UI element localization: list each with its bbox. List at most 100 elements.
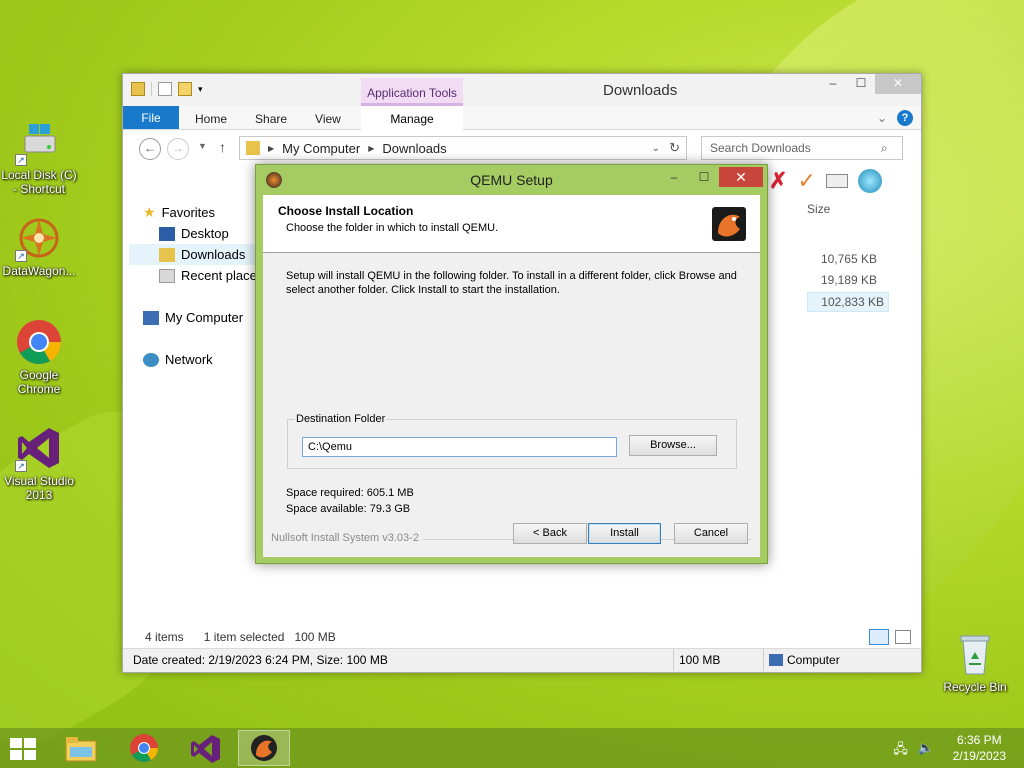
page-subheading: Choose the folder in which to install QE… [286,222,499,234]
file-explorer-icon [65,737,97,762]
refresh-icon[interactable]: ↻ [669,140,680,156]
tab-home[interactable]: Home [179,106,241,129]
address-dropdown-icon[interactable]: ⌄ [652,143,660,154]
tab-view[interactable]: View [301,106,355,129]
details-view-icon[interactable] [869,629,889,645]
taskbar-file-explorer[interactable] [55,730,107,766]
search-input[interactable]: Search Downloads [701,136,903,160]
properties-icon[interactable] [158,82,172,96]
details-location: Computer [787,653,840,667]
file-size-selected[interactable]: 102,833 KB [807,292,889,312]
address-bar[interactable]: ▶ My Computer ▶ Downloads ⌄ ↻ [239,136,687,160]
file-size: 10,765 KB [820,252,877,266]
tab-share[interactable]: Share [241,106,301,129]
visual-studio-icon [191,735,220,763]
maximize-button[interactable]: ☐ [847,74,875,94]
ribbon-right-controls: ⌄ ? [877,110,913,126]
desktop-icon-visual-studio[interactable]: ↗ Visual Studio 2013 [0,424,78,502]
breadcrumb-separator-icon: ▶ [368,143,375,153]
item-count: 4 items [145,630,184,644]
space-available: Space available: 79.3 GB [286,503,411,515]
search-icon: ⌕ [881,141,888,155]
ribbon-tabs: File Home Share View Manage ⌄ ? [123,106,921,132]
desktop-icon-local-disk[interactable]: ↗ Local Disk (C) - Shortcut [0,118,78,196]
nav-label: Downloads [181,247,246,262]
large-icons-view-icon[interactable] [895,630,911,644]
expand-ribbon-icon[interactable]: ⌄ [877,111,887,125]
desktop-icon [159,226,175,241]
cancel-button[interactable]: Cancel [674,523,748,544]
status-bar: 4 items 1 item selected 100 MB [123,626,921,648]
desktop-icon-datawagon[interactable]: ↗ DataWagon... [0,214,78,278]
customize-qat-icon[interactable]: ▾ [198,82,206,96]
recent-places-icon [159,268,175,283]
new-folder-icon[interactable] [178,82,192,96]
globe-icon[interactable] [857,169,882,193]
explorer-titlebar[interactable]: ▾ Application Tools Downloads – ☐ ✕ [123,74,921,106]
quick-access-toolbar: ▾ [131,82,206,96]
up-arrow-icon[interactable]: ↑ [219,139,226,155]
folder-icon[interactable] [131,82,145,96]
desktop-icon-label-line2: 2013 [25,488,53,502]
back-button[interactable]: < Back [513,523,587,544]
details-size: 100 MB [679,653,721,667]
space-required: Space required: 605.1 MB [286,487,414,499]
qemu-app-icon [251,735,277,761]
breadcrumb-downloads[interactable]: Downloads [382,141,446,156]
details-bar: Date created: 2/19/2023 6:24 PM, Size: 1… [123,648,921,672]
chrome-icon [15,318,63,366]
network-status-icon[interactable]: 🖧 [893,740,908,762]
desktop-icon-label: Visual Studio [4,474,74,488]
minimize-button[interactable]: – [819,74,847,94]
taskbar-chrome[interactable] [118,730,170,766]
details-info: Date created: 2/19/2023 6:24 PM, Size: 1… [133,653,388,667]
install-button[interactable]: Install [588,523,661,544]
dialog-titlebar[interactable]: QEMU Setup – ☐ ✕ [256,165,767,195]
back-nav-button[interactable]: ← [139,138,161,160]
start-button[interactable] [10,738,38,760]
window-controls: – ☐ ✕ [819,74,921,94]
clock[interactable]: 6:36 PM 2/19/2023 [953,732,1006,764]
dialog-header: Choose Install Location Choose the folde… [263,195,760,253]
visual-studio-icon: ↗ [15,424,63,472]
application-tools-context-tab: Application Tools [361,78,463,106]
help-icon[interactable]: ? [897,110,913,126]
forward-nav-button[interactable]: → [167,138,189,160]
recent-locations-icon[interactable]: ▼ [198,141,207,151]
checkmark-icon[interactable]: ✓ [797,168,815,194]
file-size: 19,189 KB [820,273,877,287]
volume-icon[interactable]: 🔈 [918,740,934,762]
taskbar-qemu-setup[interactable] [238,730,290,766]
drive-icon: ↗ [15,118,63,166]
nav-label: Network [165,352,213,367]
recycle-bin-icon [951,630,999,678]
desktop-icon-recycle-bin[interactable]: Recycle Bin [936,630,1014,694]
computer-icon [769,654,783,666]
breadcrumb-my-computer[interactable]: My Computer [282,141,360,156]
browse-button[interactable]: Browse... [629,435,717,456]
desktop-icon-google-chrome[interactable]: Google Chrome [0,318,78,396]
close-button[interactable]: ✕ [875,74,921,94]
qemu-logo-icon [712,207,746,241]
delete-icon[interactable]: ✗ [769,168,787,194]
nav-label: Favorites [161,205,216,220]
clock-date: 2/19/2023 [952,749,1006,763]
dialog-minimize-button[interactable]: – [659,167,689,187]
network-icon [143,352,159,367]
nsis-branding: Nullsoft Install System v3.03-2 [271,532,423,544]
shortcut-arrow-icon: ↗ [15,250,27,262]
downloads-folder-icon [159,247,175,262]
selected-size: 100 MB [294,630,336,644]
dialog-close-button[interactable]: ✕ [719,167,763,187]
desktop-icon-label: Google [19,368,59,382]
tab-file[interactable]: File [123,106,179,129]
dialog-maximize-button[interactable]: ☐ [689,167,719,187]
preview-pane-icon[interactable] [825,174,848,188]
tab-manage[interactable]: Manage [361,106,463,132]
taskbar-visual-studio[interactable] [180,730,232,766]
destination-folder-input[interactable]: C:\Qemu [302,437,617,457]
shortcut-arrow-icon: ↗ [15,460,27,472]
window-title: Downloads [603,82,678,99]
taskbar: 🖧 🔈 6:36 PM 2/19/2023 [0,728,1024,768]
column-header-size[interactable]: Size [807,202,830,216]
